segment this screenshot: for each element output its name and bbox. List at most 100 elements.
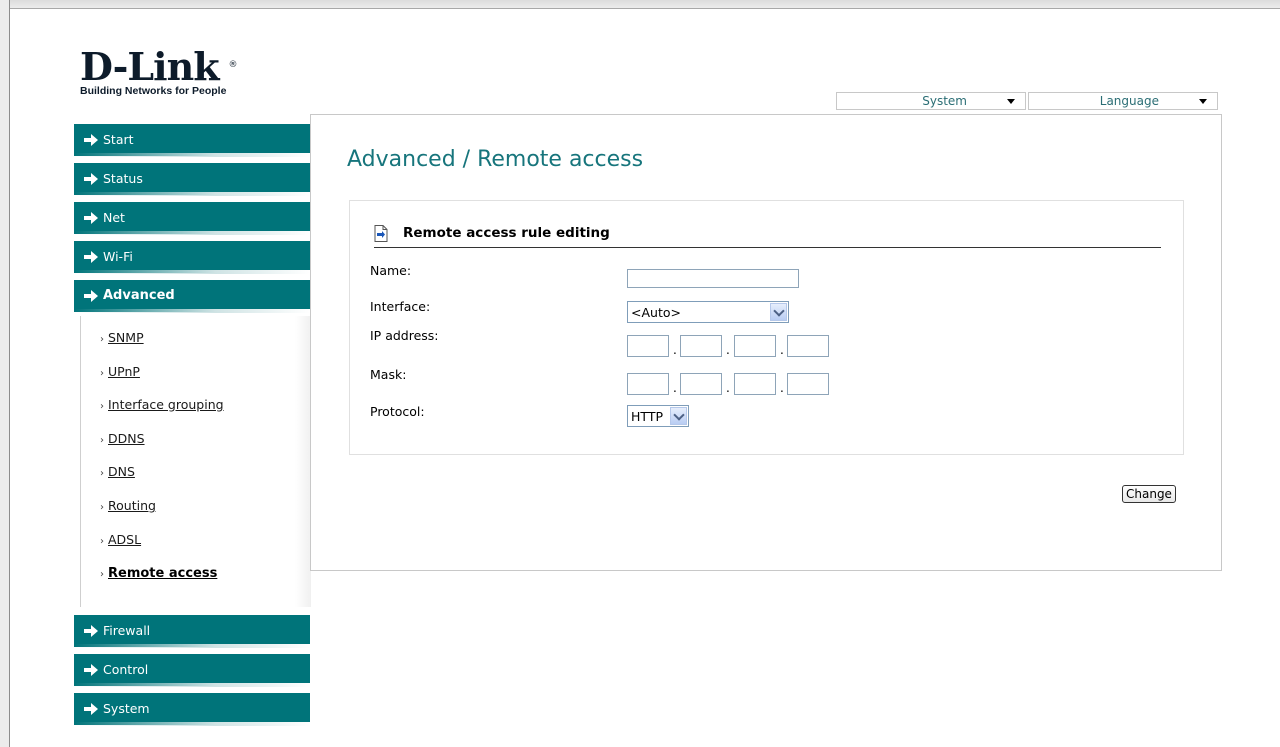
logo-registered-mark: ® <box>228 60 237 70</box>
chevron-down-icon <box>1199 99 1207 104</box>
sidebar-item-label: System <box>103 700 150 716</box>
top-menu-bar: System Language <box>836 92 1220 110</box>
sidebar-item-firewall[interactable]: Firewall <box>74 614 310 648</box>
submenu-link[interactable]: DNS <box>108 464 135 479</box>
separator-dot: . <box>780 343 784 357</box>
ip-octet-4-input[interactable] <box>787 335 829 357</box>
mask-octet-2-input[interactable] <box>680 373 722 395</box>
change-button[interactable]: Change <box>1122 485 1176 503</box>
dlink-logo: D-Link ® Building Networks for People <box>80 48 237 98</box>
sidebar-item-status[interactable]: Status <box>74 163 310 196</box>
protocol-select[interactable]: HTTP <box>627 405 689 427</box>
submenu-item-interface-grouping[interactable]: › Interface grouping <box>81 395 311 429</box>
submenu-link[interactable]: Remote access <box>108 566 217 581</box>
section-title: Remote access rule editing <box>403 225 610 241</box>
interface-select[interactable]: <Auto> <box>627 301 789 323</box>
submenu-link[interactable]: SNMP <box>108 330 144 345</box>
ip-octet-2-input[interactable] <box>680 335 722 357</box>
sidebar-item-label: Control <box>103 661 149 677</box>
submenu-link[interactable]: UPnP <box>108 364 140 379</box>
language-menu-select[interactable]: Language <box>1028 92 1218 110</box>
bullet: › <box>100 468 104 480</box>
arrow-right-icon <box>84 702 98 715</box>
name-label: Name: <box>370 263 412 278</box>
section-header: Remote access rule editing <box>374 223 1161 248</box>
sidebar-item-advanced[interactable]: Advanced <box>74 280 310 313</box>
main-panel: Advanced / Remote access Remote access r… <box>310 114 1222 571</box>
submenu-link[interactable]: DDNS <box>108 431 145 446</box>
sidebar-item-label: Net <box>103 210 125 225</box>
bullet: › <box>100 434 104 446</box>
submenu-link[interactable]: Interface grouping <box>108 397 224 412</box>
sidebar-item-label: Advanced <box>103 288 175 303</box>
language-menu-label: Language <box>1099 94 1159 108</box>
submenu-link[interactable]: Routing <box>108 498 156 513</box>
interface-label: Interface: <box>370 299 431 314</box>
arrow-right-icon <box>84 663 98 676</box>
interface-select-value: <Auto> <box>631 305 681 320</box>
arrow-right-icon <box>84 134 98 146</box>
sidebar-item-system[interactable]: System <box>74 692 310 726</box>
name-input[interactable] <box>627 269 799 288</box>
rule-edit-box: Remote access rule editing Name: Interfa… <box>349 200 1184 455</box>
logo-name: D-Link <box>80 44 220 89</box>
submenu-item-adsl[interactable]: › ADSL <box>81 530 311 564</box>
sidebar-item-label: Firewall <box>103 622 151 638</box>
separator-dot: . <box>726 343 730 357</box>
submenu-item-dns[interactable]: › DNS <box>81 462 311 496</box>
sidebar-item-control[interactable]: Control <box>74 653 310 687</box>
mask-field: . . . <box>627 373 832 395</box>
chevron-down-icon <box>673 409 685 421</box>
separator-dot: . <box>726 381 730 395</box>
mask-octet-1-input[interactable] <box>627 373 669 395</box>
separator-dot: . <box>780 381 784 395</box>
separator-dot: . <box>673 381 677 395</box>
protocol-select-value: HTTP <box>631 409 663 424</box>
bullet: › <box>100 367 104 379</box>
dropdown-button[interactable] <box>670 407 687 425</box>
sidebar-item-wifi[interactable]: Wi-Fi <box>74 241 310 274</box>
arrow-right-icon <box>84 212 98 224</box>
arrow-right-icon <box>84 173 98 185</box>
sidebar-item-start[interactable]: Start <box>74 124 310 157</box>
sidebar-item-label: Wi-Fi <box>103 249 133 264</box>
page-title: Advanced / Remote access <box>347 147 644 172</box>
submenu-item-upnp[interactable]: › UPnP <box>81 362 311 396</box>
mask-label: Mask: <box>370 367 407 382</box>
ip-address-field: . . . <box>627 335 832 357</box>
system-menu-label: System <box>922 94 967 108</box>
bullet: › <box>100 401 104 413</box>
sidebar-item-label: Start <box>103 132 134 147</box>
arrow-right-icon <box>84 290 98 302</box>
chevron-down-icon <box>773 305 785 317</box>
bullet: › <box>100 569 104 581</box>
window-frame-top <box>0 0 1280 9</box>
dropdown-button[interactable] <box>770 303 787 321</box>
bullet: › <box>100 334 104 345</box>
arrow-right-icon <box>84 251 98 263</box>
separator-dot: . <box>673 343 677 357</box>
logo-wordmark: D-Link ® <box>80 48 237 86</box>
submenu-item-remote-access[interactable]: › Remote access <box>81 563 311 597</box>
submenu-item-ddns[interactable]: › DDNS <box>81 429 311 463</box>
window-frame-left <box>0 0 10 747</box>
bullet: › <box>100 501 104 513</box>
sidebar-item-label: Status <box>103 171 143 186</box>
protocol-label: Protocol: <box>370 404 425 419</box>
arrow-right-icon <box>84 624 98 637</box>
ip-octet-1-input[interactable] <box>627 335 669 357</box>
system-menu-select[interactable]: System <box>836 92 1026 110</box>
sidebar-nav: Start Status Net Wi-Fi Advanced › SNMP › U… <box>74 124 311 732</box>
submenu-item-routing[interactable]: › Routing <box>81 496 311 530</box>
mask-octet-3-input[interactable] <box>734 373 776 395</box>
sidebar-item-net[interactable]: Net <box>74 202 310 235</box>
mask-octet-4-input[interactable] <box>787 373 829 395</box>
bullet: › <box>100 535 104 547</box>
submenu-item-snmp[interactable]: › SNMP <box>81 328 311 362</box>
document-icon <box>374 225 388 242</box>
ip-octet-3-input[interactable] <box>734 335 776 357</box>
ip-address-label: IP address: <box>370 328 439 343</box>
chevron-down-icon <box>1007 99 1015 104</box>
submenu-link[interactable]: ADSL <box>108 532 141 547</box>
advanced-submenu: › SNMP › UPnP › Interface grouping › DDNS › D… <box>80 316 311 607</box>
